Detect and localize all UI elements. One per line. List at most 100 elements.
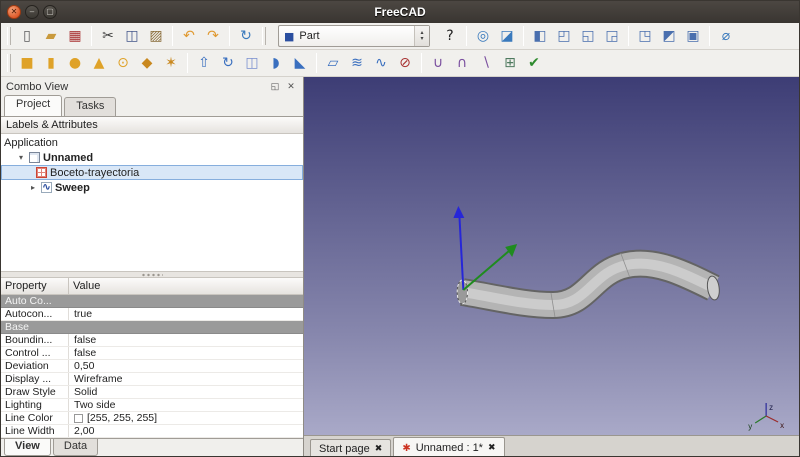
chamfer-button[interactable]: ◣ (288, 51, 312, 75)
ruled-surface-icon: ▱ (327, 55, 339, 71)
copy-icon: ◫ (125, 28, 139, 44)
workbench-selector-value: Part (299, 30, 320, 42)
extrude-button[interactable]: ⇧ (192, 51, 216, 75)
property-value[interactable]: 2,00 (69, 425, 303, 437)
save-document-button[interactable]: ▦ (63, 24, 87, 48)
view-left-button[interactable]: ▣ (681, 24, 705, 48)
view-bottom-button[interactable]: ◩ (657, 24, 681, 48)
refresh-button[interactable]: ↻ (234, 24, 258, 48)
close-tab-icon[interactable]: ✖ (375, 444, 383, 454)
close-tab-icon[interactable]: ✖ (488, 443, 496, 453)
part-cylinder-button[interactable]: ▮ (39, 51, 63, 75)
tab-tasks[interactable]: Tasks (64, 97, 117, 116)
combo-spinner[interactable]: ▴ ▾ (414, 26, 429, 46)
boolean-union-button[interactable]: ∪ (426, 51, 450, 75)
property-row[interactable]: Lighting Two side (1, 399, 303, 412)
copy-button[interactable]: ◫ (120, 24, 144, 48)
measure-distance-button[interactable]: ⌀ (714, 24, 738, 48)
fit-all-button[interactable]: ◎ (471, 24, 495, 48)
check-geometry-button[interactable]: ✔ (522, 51, 546, 75)
property-row[interactable]: Autocon... true (1, 308, 303, 321)
document-tab[interactable]: Start page ✖ (310, 439, 392, 456)
tree-column-header: Labels & Attributes (1, 117, 303, 134)
float-panel-icon[interactable]: ◱ (268, 80, 282, 94)
tree-item[interactable]: Application (1, 135, 303, 150)
part-torus-button[interactable]: ⊙ (111, 51, 135, 75)
maximize-button[interactable]: ▢ (43, 5, 57, 19)
property-value[interactable]: false (69, 334, 303, 346)
tree-item[interactable]: ▸ ∿ Sweep (1, 180, 303, 195)
property-row[interactable]: Deviation 0,50 (1, 360, 303, 373)
property-value[interactable]: [255, 255, 255] (69, 412, 303, 424)
tree-item[interactable]: Boceto-trayectoria (1, 165, 303, 180)
property-value[interactable]: Two side (69, 399, 303, 411)
document-tab[interactable]: ✱ Unnamed : 1* ✖ (393, 437, 505, 456)
close-panel-icon[interactable]: ✕ (284, 80, 298, 94)
document-icon (29, 152, 40, 163)
expander-icon[interactable]: ▾ (16, 153, 26, 162)
3d-scene[interactable]: z y x (304, 77, 799, 435)
property-row[interactable]: Control ... false (1, 347, 303, 360)
property-row[interactable]: Display ... Wireframe (1, 373, 303, 386)
view-rear-button[interactable]: ◳ (633, 24, 657, 48)
undo-button[interactable]: ↶ (177, 24, 201, 48)
property-value[interactable]: 0,50 (69, 360, 303, 372)
open-document-button[interactable]: ▰ (39, 24, 63, 48)
revolve-button[interactable]: ↻ (216, 51, 240, 75)
loft-button[interactable]: ≋ (345, 51, 369, 75)
paste-button[interactable]: ▨ (144, 24, 168, 48)
view-isometric-button[interactable]: ◧ (528, 24, 552, 48)
property-row[interactable]: Line Color [255, 255, 255] (1, 412, 303, 425)
part-sphere-button[interactable]: ● (63, 51, 87, 75)
close-button[interactable]: ✕ (7, 5, 21, 19)
section-button[interactable]: ⊘ (393, 51, 417, 75)
redo-button[interactable]: ↷ (201, 24, 225, 48)
property-row[interactable]: Draw Style Solid (1, 386, 303, 399)
toolbar-drag-handle[interactable] (7, 27, 11, 45)
chamfer-icon: ◣ (294, 55, 306, 71)
document-tab-bar: Start page ✖ ✱ Unnamed : 1* ✖ (304, 435, 799, 456)
expander-icon[interactable]: ▸ (28, 183, 38, 192)
sweep-button[interactable]: ∿ (369, 51, 393, 75)
property-value[interactable]: true (69, 308, 303, 320)
view-left-icon: ▣ (686, 28, 700, 44)
tab-project[interactable]: Project (4, 95, 63, 116)
panel-tab-view[interactable]: View (4, 439, 51, 456)
property-value[interactable]: Wireframe (69, 373, 303, 385)
property-group-row[interactable]: Auto Co... (1, 295, 303, 308)
panel-splitter[interactable] (1, 271, 303, 278)
combo-view-header: Combo View ◱ ✕ (1, 77, 303, 96)
tree-item[interactable]: ▾ Unnamed (1, 150, 303, 165)
part-cone-button[interactable]: ▲ (87, 51, 111, 75)
workbench-selector[interactable]: ■ Part ▴ ▾ (278, 25, 430, 47)
draw-style-button[interactable]: ◪ (495, 24, 519, 48)
minimize-button[interactable]: – (25, 5, 39, 19)
3d-view[interactable]: z y x (304, 77, 799, 435)
fillet-button[interactable]: ◗ (264, 51, 288, 75)
boolean-common-button[interactable]: ∩ (450, 51, 474, 75)
property-value[interactable]: false (69, 347, 303, 359)
part-workbench-icon: ■ (284, 29, 295, 43)
property-row[interactable]: Boundin... false (1, 334, 303, 347)
part-box-button[interactable]: ■ (15, 51, 39, 75)
panel-tab-data[interactable]: Data (52, 439, 99, 456)
document-tab-label: Start page (319, 443, 370, 455)
mirror-button[interactable]: ◫ (240, 51, 264, 75)
ruled-surface-button[interactable]: ▱ (321, 51, 345, 75)
new-document-button[interactable]: ▯ (15, 24, 39, 48)
view-top-button[interactable]: ◱ (576, 24, 600, 48)
create-primitives-button[interactable]: ◆ (135, 51, 159, 75)
cut-button[interactable]: ✂ (96, 24, 120, 48)
property-row[interactable]: Line Width 2,00 (1, 425, 303, 438)
property-value[interactable]: Solid (69, 386, 303, 398)
compound-button[interactable]: ⊞ (498, 51, 522, 75)
whats-this-button[interactable]: ? (438, 24, 462, 48)
view-right-button[interactable]: ◲ (600, 24, 624, 48)
compound-icon: ⊞ (504, 55, 516, 71)
toolbar-drag-handle[interactable] (7, 54, 11, 72)
view-front-button[interactable]: ◰ (552, 24, 576, 48)
boolean-cut-button[interactable]: ∖ (474, 51, 498, 75)
property-group-row[interactable]: Base (1, 321, 303, 334)
toolbar-drag-handle[interactable] (262, 27, 266, 45)
shape-builder-button[interactable]: ✶ (159, 51, 183, 75)
